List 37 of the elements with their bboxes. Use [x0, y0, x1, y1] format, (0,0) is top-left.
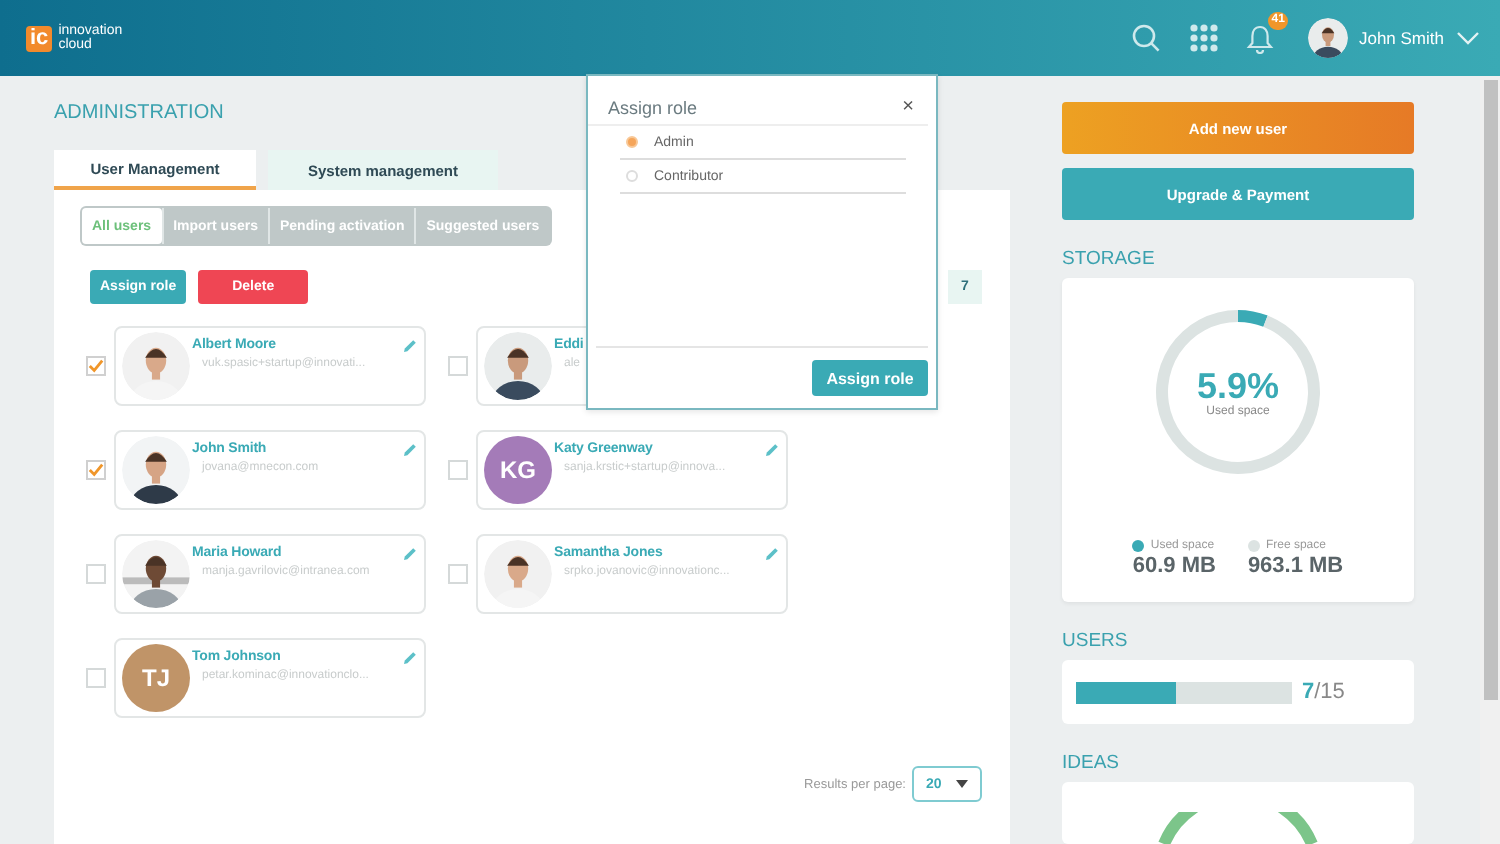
pencil-icon	[764, 442, 780, 458]
caret-icon	[956, 780, 968, 788]
user-name[interactable]: John Smith	[1358, 28, 1444, 48]
assign-role-button[interactable]: Assign role	[812, 360, 928, 396]
scrollbar-thumb[interactable]	[1483, 80, 1497, 700]
pencil-icon	[402, 546, 418, 562]
radio-button[interactable]	[626, 136, 638, 148]
dialog-title: Assign role	[608, 98, 698, 118]
legend-value: 60.9 MB	[1132, 554, 1216, 578]
pencil-icon	[764, 546, 780, 562]
close-button[interactable]: ×	[902, 98, 914, 118]
search-icon	[1132, 24, 1161, 52]
pencil-icon	[402, 338, 418, 354]
checkbox[interactable]	[448, 564, 468, 584]
legend-value: 963.1 MB	[1247, 554, 1344, 578]
checkbox[interactable]	[86, 460, 106, 480]
checkbox[interactable]	[86, 564, 106, 584]
bell-icon	[1246, 23, 1275, 53]
checkbox[interactable]	[86, 356, 106, 376]
radio-button[interactable]	[626, 170, 638, 182]
avatar: KG	[484, 436, 552, 504]
checkbox[interactable]	[448, 356, 468, 376]
section-title: USERS	[1062, 630, 1130, 652]
checkbox[interactable]	[86, 668, 106, 688]
checkbox[interactable]	[448, 460, 468, 480]
pencil-icon	[402, 442, 418, 458]
user-count: 7/15	[1302, 680, 1345, 704]
avatar: TJ	[122, 644, 190, 712]
pencil-icon	[402, 650, 418, 666]
chevron-down-icon	[1456, 30, 1480, 46]
page-title: ADMINISTRATION	[54, 102, 224, 126]
section-title: IDEAS	[1062, 752, 1122, 774]
logo-mark: ic	[26, 25, 53, 51]
percent-value: 5.9%	[1196, 367, 1280, 405]
apps-grid-icon	[1190, 24, 1219, 52]
section-title: STORAGE	[1062, 248, 1157, 270]
scrollbar[interactable]	[1480, 76, 1500, 844]
